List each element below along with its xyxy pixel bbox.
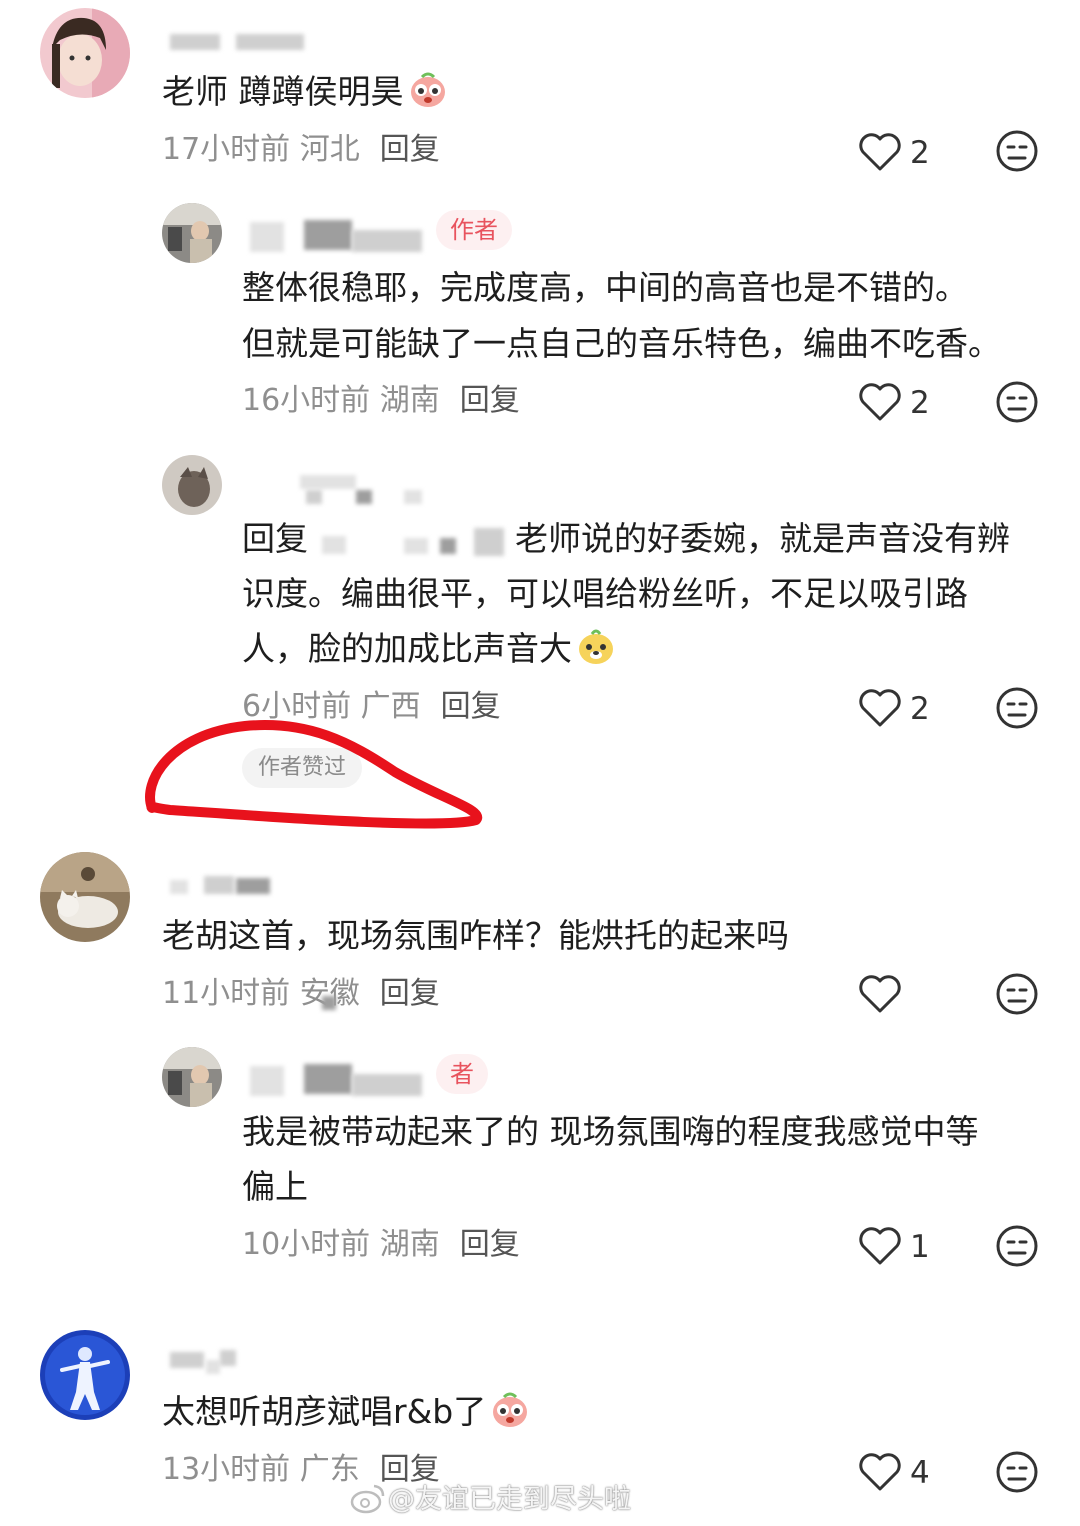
crying-emoji-icon — [408, 69, 448, 109]
avatar-user-4[interactable] — [40, 852, 130, 942]
mention-redacted — [322, 536, 346, 554]
mention-redacted — [440, 538, 456, 554]
neutral-face-icon[interactable] — [995, 972, 1039, 1016]
avatar-author[interactable] — [162, 1047, 222, 1107]
mention-redacted — [474, 528, 504, 556]
heart-icon — [859, 1227, 901, 1265]
like-count: 4 — [910, 1455, 930, 1491]
username-redacted — [236, 34, 304, 50]
username-redacted — [170, 34, 220, 50]
heart-icon — [859, 975, 901, 1013]
like-button[interactable]: 2 — [858, 128, 978, 178]
username-redacted — [306, 490, 322, 504]
like-count: 2 — [910, 691, 930, 727]
heart-icon — [859, 1453, 901, 1491]
username-redacted — [170, 880, 188, 894]
like-button[interactable]: 2 — [858, 378, 978, 428]
like-button[interactable]: 2 — [858, 684, 978, 734]
username-redacted — [352, 230, 422, 252]
username-redacted — [404, 490, 422, 504]
author-badge: 者 — [436, 1054, 488, 1094]
username-redacted — [220, 1350, 236, 1366]
reply-button[interactable]: 回复 — [460, 383, 520, 418]
dog-emoji-icon — [576, 626, 616, 666]
username-redacted — [250, 1066, 284, 1096]
comment-meta: 10小时前 湖南 回复 — [242, 1227, 520, 1262]
username-redacted — [356, 490, 372, 504]
comment-text-line: 人，脸的加成比声音大 — [242, 621, 616, 676]
mention-redacted — [404, 538, 428, 554]
comment-meta: 11小时前 安徽 回复 — [162, 976, 440, 1011]
comment-text-line: 老师说的好委婉，就是声音没有辨 — [515, 519, 1010, 558]
reply-button[interactable]: 回复 — [460, 1227, 520, 1262]
heart-icon — [859, 383, 901, 421]
author-badge: 作者 — [436, 210, 512, 250]
comment-text: 太想听胡彦斌唱r&b了 — [162, 1384, 530, 1439]
like-count: 2 — [910, 135, 930, 171]
like-button[interactable] — [858, 970, 978, 1020]
username-redacted — [250, 222, 284, 252]
heart-icon — [859, 133, 901, 171]
comment-text-line: 我是被带动起来了的 现场氛围嗨的程度我感觉中等 — [242, 1112, 979, 1151]
username-redacted — [204, 876, 234, 894]
neutral-face-icon[interactable] — [995, 1450, 1039, 1494]
username-redacted — [206, 1360, 220, 1374]
avatar-user-3[interactable] — [162, 455, 222, 515]
avatar-author[interactable] — [162, 203, 222, 263]
comment-text-line: 识度。编曲很平，可以唱给粉丝听，不足以吸引路 — [242, 574, 968, 613]
comment-meta: 16小时前 湖南 回复 — [242, 383, 520, 418]
like-button[interactable]: 1 — [858, 1222, 978, 1272]
comment-text: 老胡这首，现场氛围咋样？能烘托的起来吗 — [162, 916, 789, 955]
avatar-user-1[interactable] — [40, 8, 130, 98]
username-redacted — [304, 220, 352, 250]
username-redacted — [304, 1064, 352, 1094]
like-button[interactable]: 4 — [858, 1448, 978, 1498]
neutral-face-icon[interactable] — [995, 1224, 1039, 1268]
redacted-mark — [322, 996, 336, 1010]
comment-text-line: 但就是可能缺了一点自己的音乐特色，编曲不吃香。 — [242, 324, 1001, 363]
avatar-user-6[interactable] — [40, 1330, 130, 1420]
comment-text-line: 回复 — [242, 519, 308, 558]
heart-icon — [859, 689, 901, 727]
username-redacted — [352, 1074, 422, 1096]
username-redacted — [170, 1352, 204, 1368]
comment-text: 老师 蹲蹲侯明昊 — [162, 64, 448, 119]
like-count: 2 — [910, 385, 930, 421]
weibo-logo-icon — [350, 1484, 385, 1514]
red-annotation-circle — [145, 720, 483, 829]
watermark: @友谊已走到尽头啦 — [388, 1484, 631, 1515]
username-redacted — [300, 475, 356, 489]
neutral-face-icon[interactable] — [995, 129, 1039, 173]
neutral-face-icon[interactable] — [995, 380, 1039, 424]
comment-meta: 17小时前 河北 回复 — [162, 132, 440, 167]
crying-emoji-icon — [490, 1389, 530, 1429]
reply-button[interactable]: 回复 — [380, 132, 440, 167]
neutral-face-icon[interactable] — [995, 686, 1039, 730]
reply-button[interactable]: 回复 — [380, 976, 440, 1011]
username-redacted — [236, 878, 270, 894]
comment-text-line: 偏上 — [242, 1167, 308, 1206]
comment-text-line: 整体很稳耶，完成度高，中间的高音也是不错的。 — [242, 268, 968, 307]
like-count: 1 — [910, 1229, 930, 1265]
